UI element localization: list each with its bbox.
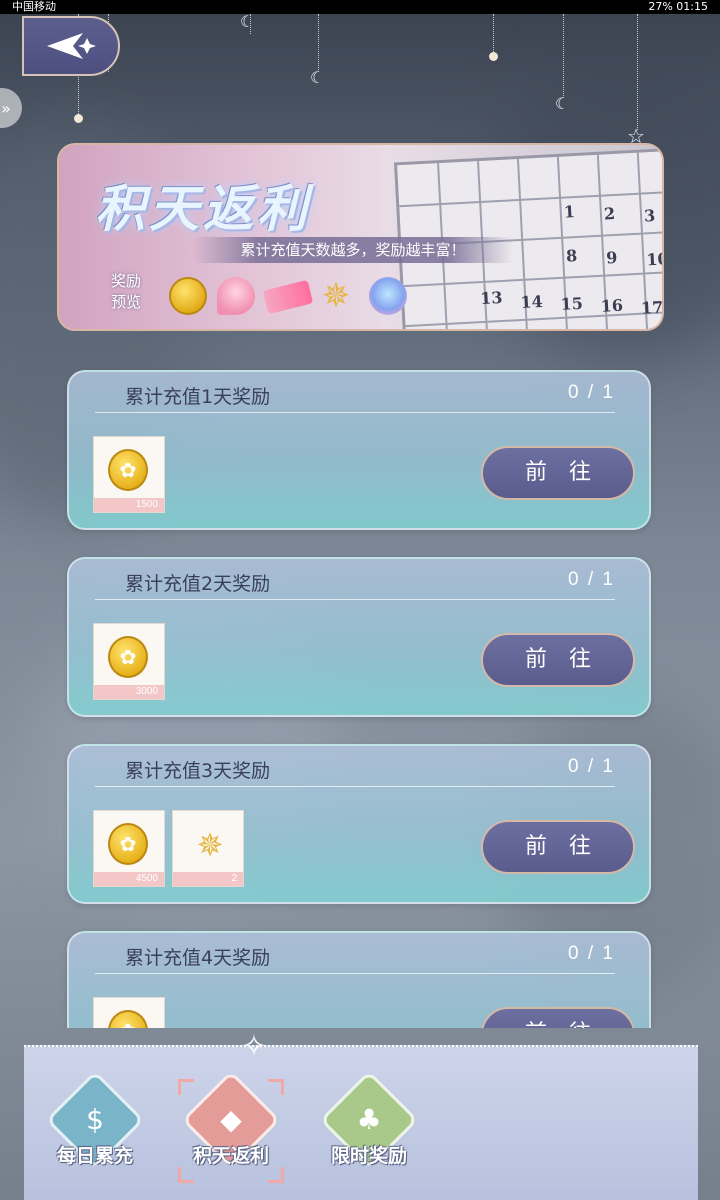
petal-icon[interactable] xyxy=(217,277,255,315)
hanging-string xyxy=(493,14,494,54)
banner-subtitle: 累计充值天数越多，奖励越丰富！ xyxy=(193,237,513,263)
flower-bud-icon[interactable] xyxy=(369,277,407,315)
task-card-day3: 累计充值3天奖励 0 / 1 ✿ 4500 ✵ 2 前往 xyxy=(67,744,651,904)
divider xyxy=(95,973,615,974)
ring-icon[interactable]: ✵ xyxy=(317,277,355,315)
ticket-icon[interactable] xyxy=(262,279,314,315)
item-quantity: 2 xyxy=(173,872,243,886)
item-quantity: 4500 xyxy=(94,872,164,886)
moon-ornament-icon: ☾ xyxy=(555,94,570,113)
back-arrow-icon xyxy=(47,33,96,59)
checker-diamond-icon: ◆ xyxy=(220,1103,242,1136)
task-title: 累计充值2天奖励 xyxy=(125,573,271,595)
task-card-day2: 累计充值2天奖励 0 / 1 ✿ 3000 前往 xyxy=(67,557,651,717)
task-progress: 0 / 1 xyxy=(568,756,615,777)
banner-title: 积天返利 xyxy=(95,180,311,238)
reward-item-tile[interactable]: ✿ 3000 xyxy=(93,623,165,700)
item-quantity: 1500 xyxy=(94,498,164,512)
reward-item-tile[interactable]: ✵ 2 xyxy=(172,810,244,887)
sparkle-ornament-icon: ✧ xyxy=(241,1029,267,1064)
task-card-day4: 累计充值4天奖励 0 / 1 ✿ 前往 xyxy=(67,931,651,1028)
moon-ornament-icon: ☾ xyxy=(240,12,255,31)
nav-label: 限时奖励 xyxy=(330,1145,407,1167)
coin-icon: ✿ xyxy=(108,823,148,865)
nav-tab-daily-recharge[interactable]: $ 每日累充 xyxy=(40,1070,150,1187)
divider xyxy=(95,786,615,787)
bottom-nav: ✧ $ 每日累充 ◆ 积天返利 ♣ 限时奖励 xyxy=(24,1029,698,1200)
calendar-number: 1 xyxy=(563,202,576,222)
clover-icon: ♣ xyxy=(356,1103,382,1136)
task-progress: 0 / 1 xyxy=(568,569,615,590)
item-quantity: 3000 xyxy=(94,685,164,699)
hanging-string xyxy=(637,14,638,130)
side-expand-tab[interactable]: » xyxy=(0,88,22,128)
moon-ornament-icon: ☾ xyxy=(310,68,325,87)
hanging-string xyxy=(318,14,319,72)
task-list[interactable]: 累计充值1天奖励 0 / 1 ✿ 1500 前往 累计充值2天奖励 0 / 1 … xyxy=(0,350,720,1028)
status-bar: 中国移动 27% 01:15 xyxy=(0,0,720,14)
reward-preview-label: 奖励 预览 xyxy=(111,272,142,311)
calendar-number: 8 xyxy=(565,246,578,266)
bead-ornament xyxy=(489,52,498,61)
calendar-number: 17 xyxy=(640,297,664,318)
double-chevron-right-icon: » xyxy=(1,98,11,118)
task-progress: 0 / 1 xyxy=(568,382,615,403)
calendar-number: 14 xyxy=(519,291,544,313)
nav-label: 积天返利 xyxy=(192,1145,269,1167)
hanging-string xyxy=(563,14,564,98)
coin-icon[interactable] xyxy=(169,277,207,315)
daily-recharge-icon: $ xyxy=(86,1103,104,1136)
go-button[interactable]: 前往 xyxy=(481,446,635,500)
go-button[interactable]: 前往 xyxy=(481,1007,635,1028)
reward-item-tile[interactable]: ✿ 4500 xyxy=(93,810,165,887)
task-title: 累计充值4天奖励 xyxy=(125,947,271,969)
reward-item-tile[interactable]: ✿ xyxy=(93,997,165,1028)
nav-label: 每日累充 xyxy=(56,1145,133,1167)
divider xyxy=(95,599,615,600)
task-title: 累计充值3天奖励 xyxy=(125,760,271,782)
battery-time-text: 27% 01:15 xyxy=(648,0,708,13)
divider xyxy=(95,412,615,413)
calendar-number: 2 xyxy=(603,203,616,224)
reward-item-tile[interactable]: ✿ 1500 xyxy=(93,436,165,513)
nav-tab-cumulative-days[interactable]: ◆ 积天返利 xyxy=(176,1070,286,1187)
event-banner: 1 2 3 8 9 10 13 14 15 16 17 积天返利 累计充值天数越… xyxy=(57,143,664,331)
task-title: 累计充值1天奖励 xyxy=(125,386,271,408)
calendar-number: 15 xyxy=(560,293,584,314)
task-card-day1: 累计充值1天奖励 0 / 1 ✿ 1500 前往 xyxy=(67,370,651,530)
bead-ornament xyxy=(74,114,83,123)
carrier-text: 中国移动 xyxy=(12,0,56,13)
go-button[interactable]: 前往 xyxy=(481,633,635,687)
calendar-number: 13 xyxy=(479,287,503,309)
go-button[interactable]: 前往 xyxy=(481,820,635,874)
calendar-number: 10 xyxy=(645,249,664,270)
back-button[interactable] xyxy=(22,16,120,76)
nav-tab-limited-reward[interactable]: ♣ 限时奖励 xyxy=(314,1070,424,1187)
coin-icon: ✿ xyxy=(108,449,148,491)
coin-icon: ✿ xyxy=(108,636,148,678)
calendar-number: 9 xyxy=(605,247,618,268)
calendar-number: 16 xyxy=(600,295,624,316)
task-progress: 0 / 1 xyxy=(568,943,615,964)
calendar-number: 3 xyxy=(643,205,656,226)
coin-icon: ✿ xyxy=(108,1010,148,1028)
ring-icon: ✵ xyxy=(196,826,224,864)
